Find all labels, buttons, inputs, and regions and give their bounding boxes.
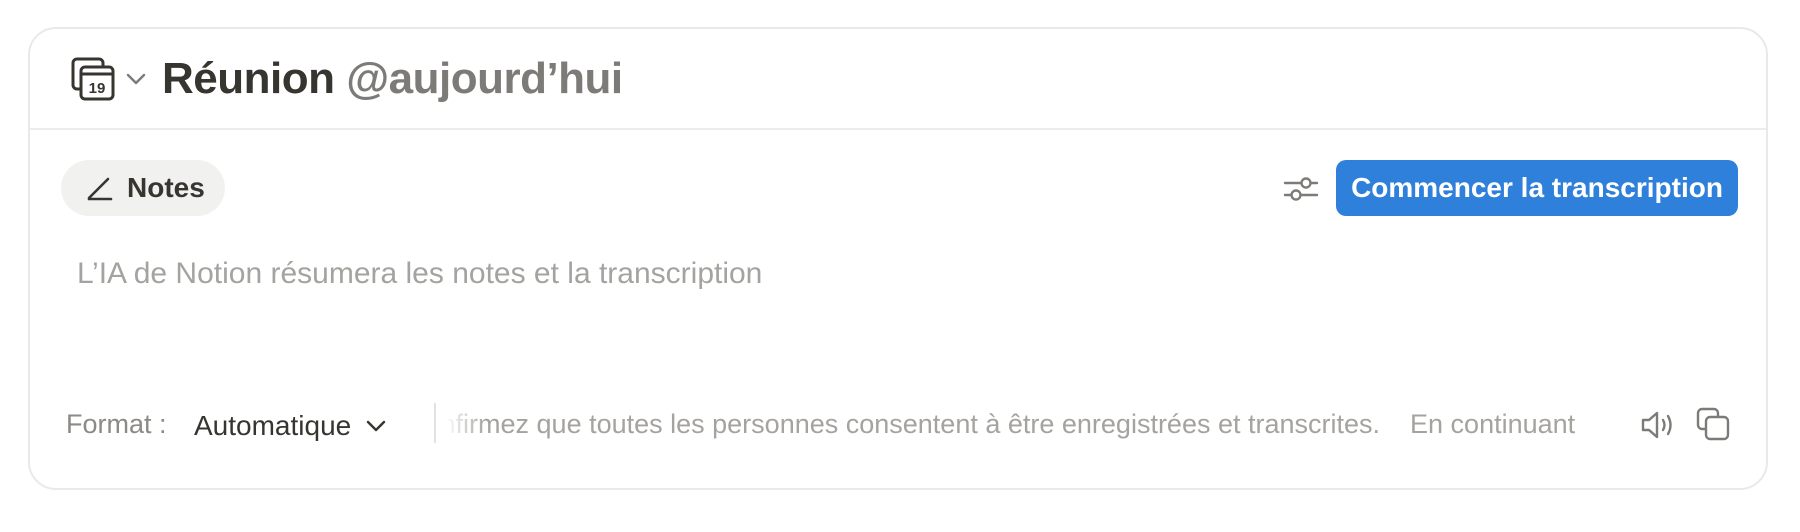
- start-transcription-button[interactable]: Commencer la transcription: [1336, 160, 1738, 216]
- pencil-icon: [87, 177, 113, 201]
- meeting-notes-block: 19 Réunion @aujourd’hui Notes Commencer …: [28, 27, 1768, 490]
- consent-ticker: Confirmez que toutes les personnes conse…: [446, 401, 1628, 451]
- chevron-down-icon: [367, 420, 386, 432]
- fade-left: [446, 401, 486, 451]
- speaker-icon[interactable]: [1638, 407, 1678, 443]
- format-label: Format :: [66, 409, 167, 439]
- format-value: Automatique: [194, 410, 352, 441]
- notes-editor-placeholder[interactable]: L’IA de Notion résumera les notes et la …: [77, 257, 762, 291]
- meeting-header: 19 Réunion @aujourd’hui: [30, 29, 1766, 130]
- calendar-day-number: 19: [89, 80, 106, 97]
- date-mention[interactable]: @aujourd’hui: [346, 54, 623, 103]
- tab-notes-label: Notes: [127, 172, 205, 203]
- transcription-footer: Format : Automatique Confirmez que toute…: [30, 401, 1766, 451]
- fade-right: [1578, 401, 1628, 451]
- sliders-icon[interactable]: [1281, 172, 1321, 206]
- consent-notice: Confirmez que toutes les personnes conse…: [446, 409, 1576, 439]
- divider: [434, 403, 436, 443]
- page-title: Réunion @aujourd’hui: [162, 51, 623, 107]
- format-dropdown[interactable]: Automatique: [194, 401, 387, 451]
- copy-icon[interactable]: [1694, 405, 1732, 443]
- chevron-down-icon[interactable]: [124, 69, 148, 89]
- calendar-icon[interactable]: 19: [70, 56, 116, 102]
- meeting-title[interactable]: Réunion: [162, 54, 335, 103]
- tab-notes[interactable]: Notes: [61, 160, 225, 216]
